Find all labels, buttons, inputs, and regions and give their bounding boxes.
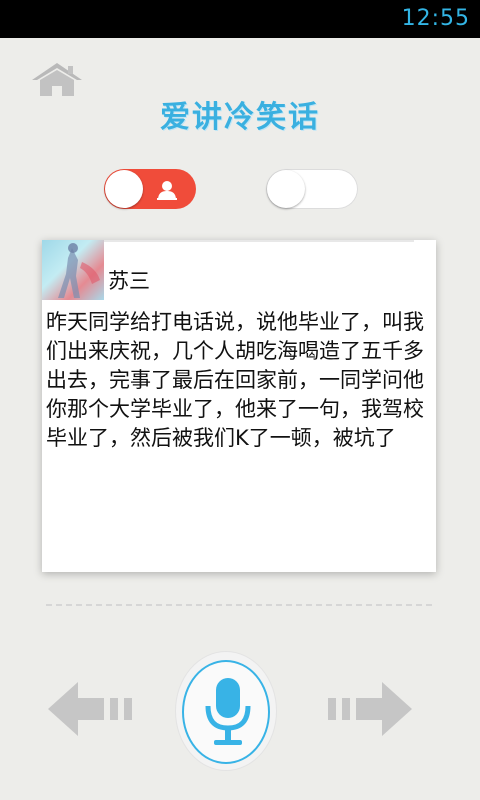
next-button[interactable] — [322, 678, 416, 740]
microphone-icon — [205, 678, 251, 745]
arrow-left-icon — [48, 682, 132, 736]
divider-dashed — [46, 604, 432, 606]
status-time: 12:55 — [401, 6, 470, 31]
toggle-person-mode[interactable] — [104, 169, 196, 209]
card-divider — [104, 240, 414, 242]
avatar — [42, 240, 104, 300]
status-bar: 12:55 — [0, 0, 480, 38]
toggle-knob — [267, 170, 305, 208]
joke-text: 昨天同学给打电话说，说他毕业了，叫我们出来庆祝，几个人胡吃海喝造了五千多出去，完… — [46, 310, 424, 450]
previous-button[interactable] — [44, 678, 138, 740]
toggle-knob — [105, 170, 143, 208]
joke-author: 苏三 — [108, 269, 150, 293]
arrow-right-icon — [328, 682, 412, 736]
person-icon — [157, 181, 177, 200]
app-title: 爱讲冷笑话 — [160, 100, 320, 135]
toggle-second-mode[interactable] — [266, 169, 358, 209]
joke-card: 苏三 昨天同学给打电话说，说他毕业了，叫我们出来庆祝，几个人胡吃海喝造了五千多出… — [42, 240, 436, 572]
mic-button[interactable] — [182, 660, 270, 764]
